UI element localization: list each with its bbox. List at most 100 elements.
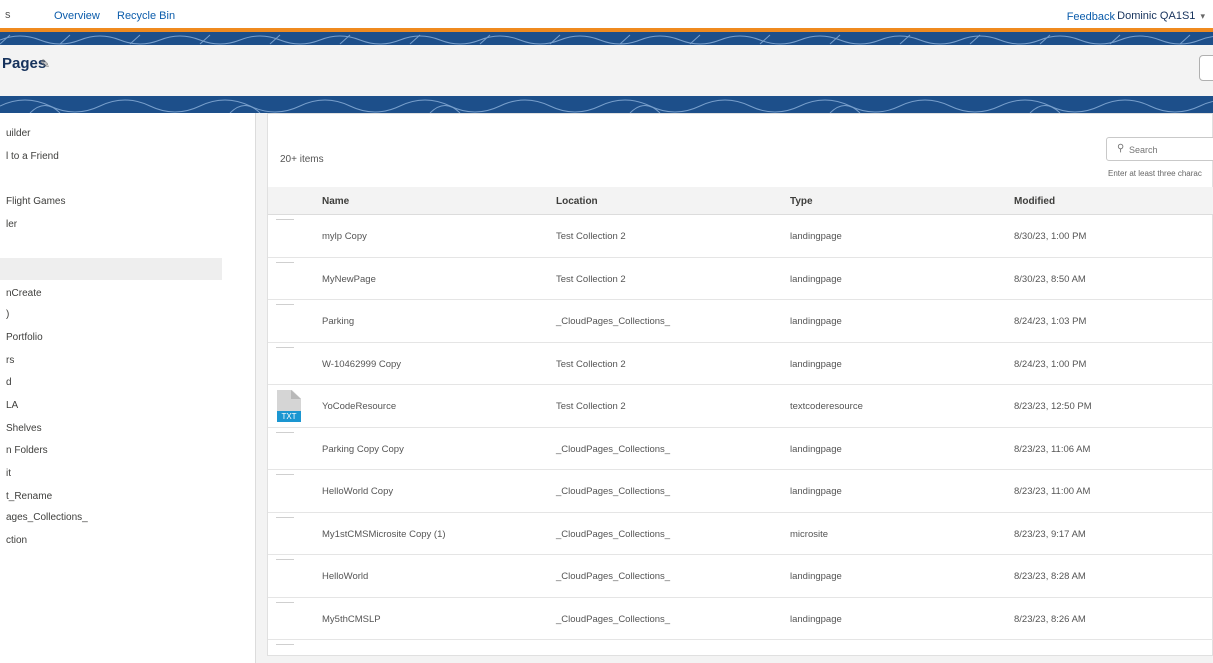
table-row[interactable]: HelloWorld _CloudPages_Collections_ land… <box>268 555 1213 598</box>
table-header: Name Location Type Modified <box>268 187 1213 215</box>
cell-name[interactable]: My5thCMSLP <box>322 614 381 625</box>
user-name: Dominic QA1S1 <box>1117 10 1196 22</box>
tab-recycle-bin[interactable]: Recycle Bin <box>104 0 188 30</box>
sidebar-item[interactable]: n Folders <box>6 445 48 456</box>
search-box[interactable]: ⚲ <box>1106 137 1213 161</box>
folder-sidebar: uilder l to a Friend Flight Games ler nC… <box>0 113 256 663</box>
page-thumbnail <box>276 474 294 475</box>
sidebar-item[interactable]: Flight Games <box>6 196 65 207</box>
column-header-location[interactable]: Location <box>556 196 598 207</box>
sidebar-item[interactable]: LA <box>6 400 18 411</box>
column-header-name[interactable]: Name <box>322 196 349 207</box>
user-menu[interactable]: Dominic QA1S1 ▾ <box>1117 10 1205 22</box>
search-input[interactable] <box>1129 142 1213 157</box>
cell-modified: 8/30/23, 1:00 PM <box>1014 231 1087 242</box>
sidebar-item[interactable]: ler <box>6 219 17 230</box>
page-thumbnail <box>276 601 294 603</box>
cell-location: _CloudPages_Collections_ <box>556 486 671 497</box>
sidebar-item[interactable]: d <box>6 377 12 388</box>
sidebar-item[interactable]: uilder <box>6 128 30 139</box>
item-count: 20+ items <box>280 154 324 165</box>
sidebar-item[interactable]: nCreate <box>6 288 42 299</box>
cell-type: landingpage <box>790 316 842 327</box>
sidebar-item[interactable]: ) <box>6 309 9 320</box>
cell-type: microsite <box>790 528 829 540</box>
cell-modified: 8/24/23, 1:00 PM <box>1014 358 1087 370</box>
table-row[interactable]: My5thCMSLP _CloudPages_Collections_ land… <box>268 598 1213 640</box>
file-page-shape <box>277 390 301 412</box>
table-row[interactable]: TXT YoCodeResource Test Collection 2 tex… <box>268 385 1213 428</box>
cell-modified: 8/23/23, 11:06 AM <box>1014 443 1091 455</box>
cell-location: Test Collection 2 <box>556 231 626 242</box>
page-thumbnail <box>276 219 294 220</box>
cell-modified: 8/23/23, 8:28 AM <box>1014 571 1086 582</box>
sidebar-item[interactable]: ages_Collections_ <box>6 512 88 523</box>
banner-pattern-top <box>0 32 1213 45</box>
column-header-type[interactable]: Type <box>790 196 813 207</box>
search-icon: ⚲ <box>1117 143 1125 154</box>
cell-modified: 8/23/23, 8:26 AM <box>1014 613 1086 625</box>
banner-pattern-bottom <box>0 96 1213 113</box>
cell-location: Test Collection 2 <box>556 358 626 370</box>
cell-name[interactable]: Parking <box>322 316 354 327</box>
sidebar-item[interactable]: it <box>6 468 11 479</box>
cell-name[interactable]: YoCodeResource <box>322 401 396 412</box>
page-thumbnail <box>276 644 294 645</box>
header-action-button[interactable] <box>1199 55 1213 81</box>
sidebar-item[interactable]: ction <box>6 535 27 546</box>
edit-pencil-icon[interactable]: ✎ <box>40 57 50 71</box>
sidebar-item[interactable]: Shelves <box>6 423 42 434</box>
page-thumbnail <box>276 261 294 263</box>
cell-modified: 8/23/23, 11:00 AM <box>1014 486 1091 497</box>
cell-modified: 8/23/23, 9:17 AM <box>1014 528 1086 540</box>
cell-type: landingpage <box>790 613 842 625</box>
table-row[interactable]: W-10462999 Copy Test Collection 2 landin… <box>268 343 1213 385</box>
cell-name[interactable]: HelloWorld Copy <box>322 486 393 497</box>
table-row[interactable]: HelloWorld Copy _CloudPages_Collections_… <box>268 470 1213 513</box>
txt-file-icon: TXT <box>277 390 301 422</box>
cell-type: landingpage <box>790 443 842 455</box>
column-header-modified[interactable]: Modified <box>1014 196 1055 207</box>
table-row[interactable]: Parking _CloudPages_Collections_ landing… <box>268 300 1213 343</box>
app-name-fragment: s <box>5 9 11 21</box>
cell-name[interactable]: mylp Copy <box>322 231 367 242</box>
page-thumbnail <box>276 559 294 560</box>
cell-location: _CloudPages_Collections_ <box>556 443 671 455</box>
cell-type: landingpage <box>790 273 842 285</box>
sidebar-item[interactable]: Portfolio <box>6 332 43 343</box>
cell-location: _CloudPages_Collections_ <box>556 528 671 540</box>
cell-name[interactable]: W-10462999 Copy <box>322 359 401 370</box>
page-thumbnail <box>276 516 294 518</box>
file-type-label: TXT <box>277 411 301 422</box>
table-row-partial[interactable] <box>268 640 1213 663</box>
sidebar-item-selected[interactable] <box>0 258 222 280</box>
tab-overview[interactable]: Overview <box>41 0 113 30</box>
feedback-link[interactable]: Feedback <box>1067 11 1115 23</box>
cell-type: landingpage <box>790 571 842 582</box>
main-content: 20+ items ⚲ Enter at least three charac … <box>256 113 1213 663</box>
sidebar-item[interactable]: t_Rename <box>6 491 52 502</box>
cell-location: Test Collection 2 <box>556 273 626 285</box>
cell-name[interactable]: HelloWorld <box>322 571 368 582</box>
table-row[interactable]: Parking Copy Copy _CloudPages_Collection… <box>268 428 1213 470</box>
sidebar-item[interactable]: rs <box>6 355 14 366</box>
item-list-panel: 20+ items ⚲ Enter at least three charac … <box>267 113 1213 656</box>
cell-location: _CloudPages_Collections_ <box>556 316 671 327</box>
page-thumbnail <box>276 346 294 348</box>
cell-modified: 8/30/23, 8:50 AM <box>1014 273 1086 285</box>
cell-name[interactable]: My1stCMSMicrosite Copy (1) <box>322 529 446 540</box>
sidebar-item[interactable]: l to a Friend <box>6 151 59 162</box>
page-thumbnail <box>276 304 294 305</box>
table-body: mylp Copy Test Collection 2 landingpage … <box>268 215 1213 663</box>
table-row[interactable]: MyNewPage Test Collection 2 landingpage … <box>268 258 1213 300</box>
cell-location: _CloudPages_Collections_ <box>556 613 671 625</box>
table-row[interactable]: mylp Copy Test Collection 2 landingpage … <box>268 215 1213 258</box>
cell-name[interactable]: Parking Copy Copy <box>322 444 404 455</box>
cell-name[interactable]: MyNewPage <box>322 274 376 285</box>
cell-modified: 8/23/23, 12:50 PM <box>1014 401 1092 412</box>
cell-modified: 8/24/23, 1:03 PM <box>1014 316 1087 327</box>
page-header: Pages ✎ <box>0 45 1213 96</box>
table-row[interactable]: My1stCMSMicrosite Copy (1) _CloudPages_C… <box>268 513 1213 555</box>
cell-location: _CloudPages_Collections_ <box>556 571 671 582</box>
cell-type: landingpage <box>790 486 842 497</box>
